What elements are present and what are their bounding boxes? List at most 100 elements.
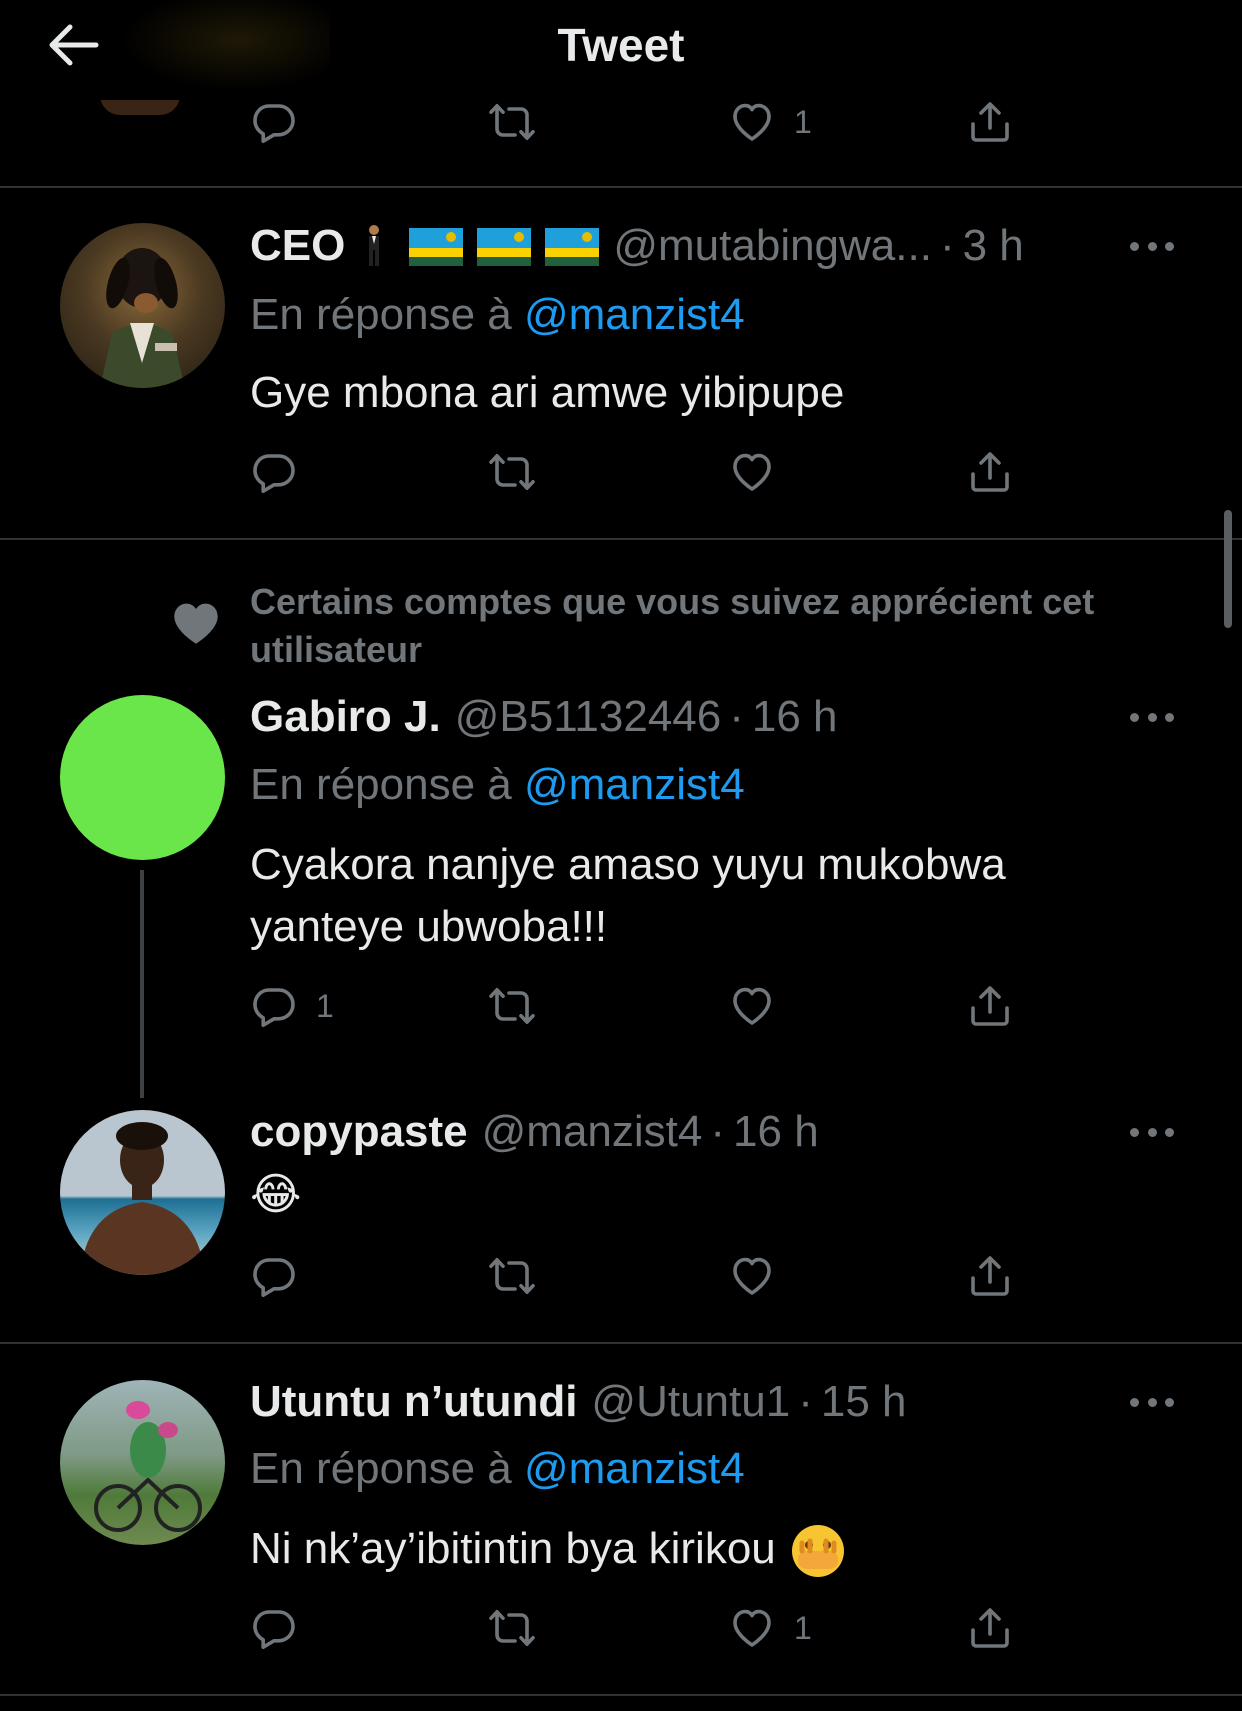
mention-link[interactable]: @manzist4 xyxy=(524,760,745,809)
reply-count: 1 xyxy=(316,987,334,1024)
tweet-text: Cyakora nanjye amaso yuyu mukobwa yantey… xyxy=(250,840,1006,951)
display-name[interactable]: Utuntu n’utundi xyxy=(250,1377,577,1427)
more-button[interactable] xyxy=(1130,236,1174,256)
user-handle[interactable]: @B51132446 xyxy=(455,692,722,742)
reply-context: En réponse à @manzist4 xyxy=(250,290,745,340)
separator-dot: · xyxy=(710,1107,726,1156)
more-icon xyxy=(1130,1397,1139,1407)
rwanda-flag-icon xyxy=(477,227,532,266)
user-handle[interactable]: @mutabingwa... xyxy=(613,221,932,271)
tweet-text: 😂 xyxy=(250,1170,302,1219)
heart-icon xyxy=(728,1252,776,1300)
cyclists-photo xyxy=(94,1401,202,1532)
rwanda-flag-icon xyxy=(545,227,600,266)
user-handle[interactable]: @manzist4 xyxy=(482,1107,703,1157)
more-icon xyxy=(1130,241,1139,251)
reply-button[interactable] xyxy=(250,92,298,152)
scrollbar[interactable] xyxy=(1224,510,1232,628)
retweet-button[interactable] xyxy=(488,442,536,502)
display-name[interactable]: Gabiro J. xyxy=(250,692,441,742)
retweet-icon xyxy=(488,98,536,146)
tweet-actions xyxy=(250,442,1050,502)
avatar[interactable] xyxy=(60,223,225,388)
heart-icon xyxy=(728,1604,776,1652)
share-icon xyxy=(966,1604,1014,1652)
avatar[interactable] xyxy=(60,1380,225,1545)
share-icon xyxy=(966,98,1014,146)
previous-tweet-actions: 1 xyxy=(250,92,1050,152)
avatar[interactable] xyxy=(60,695,225,860)
tweet-text-container: Ni nk’ay’ibitintin bya kirikou xyxy=(250,1518,1132,1581)
divider xyxy=(0,1694,1242,1696)
like-button[interactable] xyxy=(728,976,776,1036)
tweet-actions: 1 xyxy=(250,976,1050,1036)
timestamp[interactable]: 3 h xyxy=(963,221,1024,271)
share-button[interactable] xyxy=(966,1598,1014,1658)
share-button[interactable] xyxy=(966,976,1014,1036)
reply-icon xyxy=(250,1252,298,1300)
tweet-header: CEO @mutabingwa... · 3 h xyxy=(250,218,1092,274)
more-icon xyxy=(1130,1127,1139,1137)
social-context: Certains comptes que vous suivez appréci… xyxy=(250,581,1095,670)
reply-button[interactable] xyxy=(250,442,298,502)
mention-link[interactable]: @manzist4 xyxy=(524,290,745,339)
reply-prefix: En réponse à xyxy=(250,290,512,339)
share-button[interactable] xyxy=(966,442,1014,502)
like-button[interactable] xyxy=(728,1246,776,1306)
reply-button[interactable]: 1 xyxy=(250,976,334,1036)
more-button[interactable] xyxy=(1130,707,1174,727)
profile-photo xyxy=(80,1122,205,1275)
tweet-header: Gabiro J. @B51132446 · 16 h xyxy=(250,689,1092,745)
timestamp[interactable]: 16 h xyxy=(752,692,838,742)
reply-button[interactable] xyxy=(250,1598,298,1658)
like-button[interactable]: 1 xyxy=(728,92,812,152)
separator-dot: · xyxy=(798,1377,813,1426)
share-icon xyxy=(966,982,1014,1030)
separator-dot: · xyxy=(939,221,955,270)
reply-prefix: En réponse à xyxy=(250,1444,512,1493)
heart-icon xyxy=(728,448,776,496)
tweet-actions xyxy=(250,1246,1050,1306)
retweet-button[interactable] xyxy=(488,92,536,152)
heart-icon xyxy=(728,98,776,146)
display-name[interactable]: CEO xyxy=(250,221,345,271)
face-with-open-eyes-and-hand-over-mouth-emoji xyxy=(792,1525,844,1578)
tweet-header: copypaste @manzist4 · 16 h xyxy=(250,1104,1092,1160)
tweet-actions: 1 xyxy=(250,1598,1050,1658)
reply-button[interactable] xyxy=(250,1246,298,1306)
retweet-icon xyxy=(488,982,536,1030)
business-suit-emoji xyxy=(369,225,380,266)
reply-icon xyxy=(250,1604,298,1652)
reply-icon xyxy=(250,448,298,496)
more-button[interactable] xyxy=(1130,1122,1174,1142)
reply-prefix: En réponse à xyxy=(250,760,512,809)
divider xyxy=(0,1342,1242,1344)
top-bar: Tweet xyxy=(0,0,1242,100)
reply-icon xyxy=(250,982,298,1030)
retweet-button[interactable] xyxy=(488,976,536,1036)
share-button[interactable] xyxy=(966,1246,1014,1306)
dog-portrait-image xyxy=(100,248,185,388)
tweet-text: Ni nk’ay’ibitintin bya kirikou xyxy=(250,1524,776,1573)
user-handle[interactable]: @Utuntu1 xyxy=(591,1377,790,1427)
reply-icon xyxy=(250,98,298,146)
rwanda-flag-icon xyxy=(409,227,464,266)
divider xyxy=(0,186,1242,188)
like-button[interactable]: 1 xyxy=(728,1598,812,1658)
mention-link[interactable]: @manzist4 xyxy=(524,1444,745,1493)
avatar[interactable] xyxy=(60,1110,225,1275)
timestamp[interactable]: 15 h xyxy=(821,1377,907,1427)
more-button[interactable] xyxy=(1130,1392,1174,1412)
timestamp[interactable]: 16 h xyxy=(733,1107,819,1157)
thread-line xyxy=(140,870,144,1098)
retweet-button[interactable] xyxy=(488,1598,536,1658)
retweet-icon xyxy=(488,1252,536,1300)
retweet-icon xyxy=(488,1604,536,1652)
share-button[interactable] xyxy=(966,92,1014,152)
page-title: Tweet xyxy=(557,19,685,71)
display-name[interactable]: copypaste xyxy=(250,1107,468,1157)
like-count: 1 xyxy=(794,1609,812,1646)
retweet-button[interactable] xyxy=(488,1246,536,1306)
like-button[interactable] xyxy=(728,442,776,502)
separator-dot: · xyxy=(729,692,744,741)
